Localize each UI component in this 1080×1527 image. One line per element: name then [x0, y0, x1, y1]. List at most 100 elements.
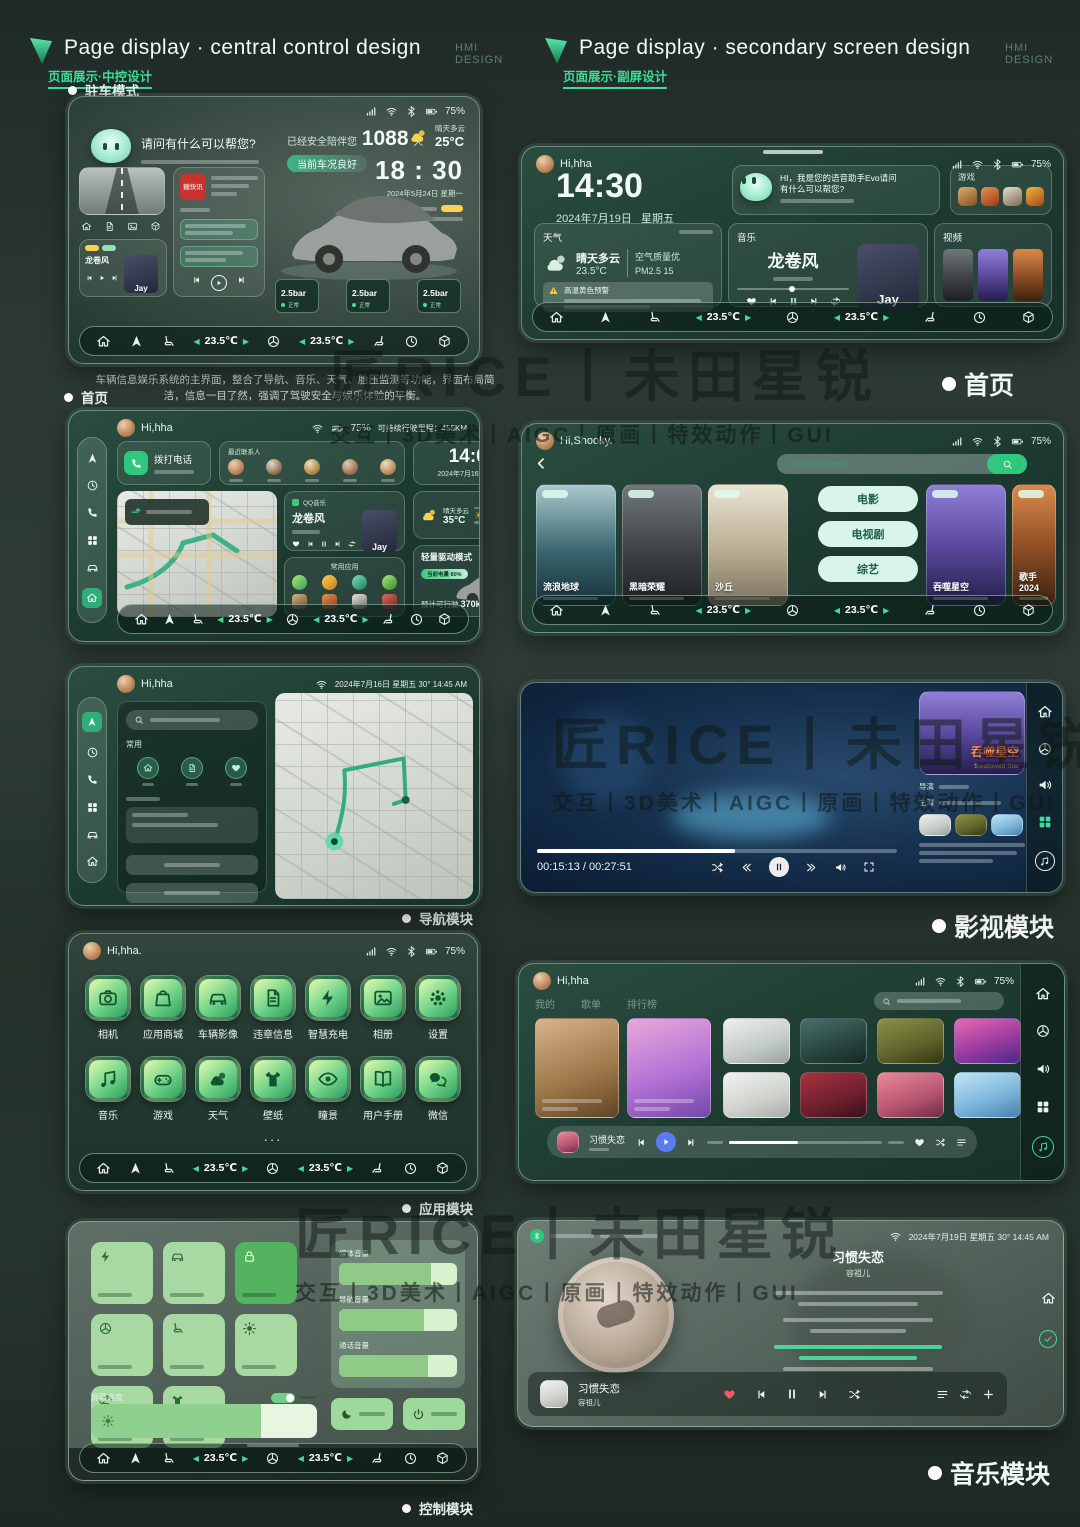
album-cover[interactable] [800, 1072, 867, 1118]
dock-nav-icon[interactable] [128, 1161, 143, 1176]
tire-pressure-pill[interactable]: 2.5bar 正常 [417, 279, 461, 313]
dock-home-icon[interactable] [134, 612, 149, 627]
dock-nav-icon[interactable] [598, 603, 613, 618]
dock-cube-icon[interactable] [435, 1161, 450, 1176]
album-cover[interactable] [877, 1072, 944, 1118]
temp-left-up-icon[interactable]: ▶ [745, 606, 751, 615]
shuffle-icon[interactable] [848, 1388, 861, 1401]
dock-home-icon[interactable] [549, 310, 564, 325]
nav-map[interactable] [275, 693, 473, 899]
temp-left-down-icon[interactable]: ◀ [696, 313, 702, 322]
movie-poster[interactable]: 吞噬星空 Swallowed Star [919, 691, 1025, 775]
temp-right-down-icon[interactable]: ◀ [299, 337, 305, 346]
dock-seat-right-icon[interactable] [923, 603, 938, 618]
rail-home-icon[interactable] [1037, 704, 1053, 720]
progress-bar[interactable] [737, 288, 849, 290]
quick-home[interactable] [137, 757, 159, 786]
dock-home-icon[interactable] [96, 1451, 111, 1466]
back-icon[interactable] [534, 456, 549, 471]
temp-right-down-icon[interactable]: ◀ [298, 1454, 304, 1463]
video-thumb[interactable] [1013, 249, 1043, 301]
temp-right-down-icon[interactable]: ◀ [313, 615, 319, 624]
drag-handle[interactable] [763, 150, 823, 154]
tab[interactable]: 歌单 [581, 996, 601, 1011]
dock-seat-left-icon[interactable] [190, 612, 205, 627]
clock-card[interactable]: 14:00 2024年7月16日 星期四 [413, 441, 480, 485]
dock-seat-right-icon[interactable] [370, 1451, 385, 1466]
album-cover[interactable] [723, 1018, 790, 1064]
avatar[interactable] [536, 155, 554, 173]
rail-volume-icon[interactable] [1037, 777, 1053, 793]
app-launcher[interactable]: 微信 [413, 1057, 463, 1122]
app-launcher[interactable]: 应用商城 [138, 976, 188, 1041]
app-shortcut[interactable] [292, 575, 307, 590]
episode-thumb[interactable] [991, 814, 1023, 836]
control-toggle-tile[interactable] [91, 1242, 153, 1304]
temp-right-up-icon[interactable]: ▶ [347, 1164, 353, 1173]
dock-fan-icon[interactable] [785, 310, 800, 325]
movie-poster[interactable]: 沙丘 [708, 484, 788, 606]
prev-icon[interactable] [635, 1137, 646, 1148]
volume-slider[interactable] [339, 1263, 457, 1285]
video-card[interactable]: 视频 [934, 223, 1052, 307]
video-thumb[interactable] [943, 249, 973, 301]
sidebar-nav-icon[interactable] [86, 452, 99, 465]
app-launcher[interactable]: 壁纸 [248, 1057, 298, 1122]
dock-vent-timer-icon[interactable] [409, 612, 424, 627]
rail-apps-icon-active[interactable] [1037, 814, 1053, 830]
play-icon[interactable] [98, 274, 106, 282]
album-cover[interactable] [954, 1018, 1021, 1064]
control-toggle-tile[interactable] [91, 1314, 153, 1376]
contact[interactable] [380, 459, 396, 482]
repeat-icon[interactable] [959, 1388, 972, 1401]
heart-icon[interactable] [723, 1388, 736, 1401]
avatar[interactable] [536, 432, 554, 450]
mini-player[interactable]: 习惯失恋 [547, 1126, 977, 1158]
pause-icon[interactable] [320, 540, 328, 548]
music-card[interactable]: QQ音乐 龙卷风 Jay [284, 491, 405, 551]
control-toggle-tile[interactable] [235, 1242, 297, 1304]
dock-seat-left-icon[interactable] [161, 1451, 176, 1466]
temp-left-down-icon[interactable]: ◀ [696, 606, 702, 615]
dock-nav-icon[interactable] [128, 1451, 143, 1466]
sidebar-home-icon-active[interactable] [82, 588, 102, 608]
sidebar-media-icon[interactable] [86, 479, 99, 492]
game-icon[interactable] [958, 187, 977, 206]
sidebar-car-icon[interactable] [86, 561, 99, 574]
sidebar-apps-icon[interactable] [86, 801, 99, 814]
avatar[interactable] [117, 675, 135, 693]
avatar[interactable] [117, 419, 135, 437]
prev-icon[interactable] [191, 275, 201, 285]
dock-vent-timer-icon[interactable] [403, 1451, 418, 1466]
movie-poster[interactable]: 黑暗荣耀 [622, 484, 702, 606]
rail-check-icon[interactable] [1039, 1330, 1057, 1348]
sidebar-apps-icon[interactable] [86, 534, 99, 547]
dock-fan-icon[interactable] [265, 1451, 280, 1466]
sidebar-phone-icon[interactable] [86, 773, 99, 786]
app-shortcut[interactable] [322, 575, 337, 590]
temp-left-up-icon[interactable]: ▶ [243, 337, 249, 346]
control-toggle-tile[interactable] [235, 1314, 297, 1376]
category-button[interactable]: 电视剧 [818, 521, 918, 547]
repeat-icon[interactable] [348, 540, 356, 548]
nav-action-button[interactable] [126, 883, 258, 903]
sidebar-phone-icon[interactable] [86, 506, 99, 519]
category-button[interactable]: 电影 [818, 486, 918, 512]
prev-icon[interactable] [85, 274, 93, 282]
temp-right-up-icon[interactable]: ▶ [363, 615, 369, 624]
dock-vent-timer-icon[interactable] [972, 310, 987, 325]
call-card[interactable]: 拨打电话 [117, 441, 211, 485]
movie-poster[interactable]: 流浪地球 [536, 484, 616, 606]
more-apps-dots[interactable]: ··· [264, 1132, 283, 1147]
dock-cube-icon[interactable] [437, 612, 452, 627]
game-icon[interactable] [981, 187, 1000, 206]
dock-nav-icon[interactable] [598, 310, 613, 325]
game-icon[interactable] [1026, 187, 1045, 206]
temp-right-up-icon[interactable]: ▶ [883, 606, 889, 615]
temp-left-down-icon[interactable]: ◀ [194, 337, 200, 346]
dock-vent-timer-icon[interactable] [403, 1161, 418, 1176]
temp-left-down-icon[interactable]: ◀ [193, 1164, 199, 1173]
control-toggle-tile[interactable] [163, 1242, 225, 1304]
doc-mini-icon[interactable] [104, 221, 115, 232]
contact[interactable] [304, 459, 320, 482]
